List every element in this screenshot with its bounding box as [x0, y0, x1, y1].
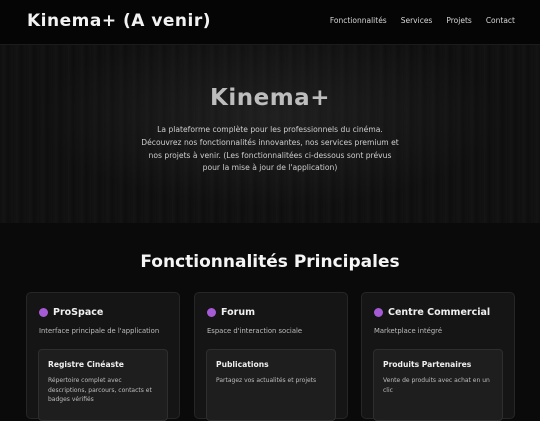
- card-subtitle: Espace d'interaction sociale: [207, 327, 303, 335]
- main-nav: Fonctionnalités Services Projets Contact: [330, 16, 515, 25]
- feature-item-produits[interactable]: Produits Partenaires Vente de produits a…: [373, 349, 503, 421]
- card-title: Centre Commercial: [388, 307, 491, 318]
- purple-dot-icon: [207, 308, 216, 317]
- feature-card-forum: Forum Espace d'interaction sociale Publi…: [194, 292, 348, 421]
- top-navbar: Kinema+ (A venir) Fonctionnalités Servic…: [0, 0, 540, 45]
- card-title: ProSpace: [53, 307, 104, 318]
- feature-item-registre[interactable]: Registre Cinéaste Répertoire complet ave…: [38, 349, 168, 421]
- features-section-title: Fonctionnalités Principales: [140, 252, 400, 272]
- feature-item-title: Publications: [216, 360, 269, 369]
- card-title: Forum: [221, 307, 255, 318]
- feature-card-prospace: ProSpace Interface principale de l'appli…: [26, 292, 180, 421]
- nav-link-fonctionnalites[interactable]: Fonctionnalités: [330, 16, 387, 25]
- feature-item-description: Partagez vos actualités et projets: [216, 377, 317, 384]
- feature-item-description: Vente de produits avec achat en un clic: [383, 377, 490, 394]
- feature-item-publications[interactable]: Publications Partagez vos actualités et …: [206, 349, 336, 421]
- nav-link-projets[interactable]: Projets: [446, 16, 471, 25]
- hero-description: La plateforme complète pour les professi…: [141, 125, 399, 173]
- feature-card-centre-commercial: Centre Commercial Marketplace intégré Pr…: [361, 292, 515, 421]
- card-subtitle: Marketplace intégré: [374, 327, 442, 335]
- site-brand[interactable]: Kinema+ (A venir): [27, 11, 211, 31]
- feature-item-description: Répertoire complet avec descriptions, pa…: [48, 377, 152, 404]
- purple-dot-icon: [39, 308, 48, 317]
- card-header: Forum: [207, 307, 255, 318]
- card-header: ProSpace: [39, 307, 103, 318]
- nav-link-services[interactable]: Services: [401, 16, 433, 25]
- hero-title: Kinema+: [210, 85, 330, 111]
- nav-link-contact[interactable]: Contact: [486, 16, 515, 25]
- purple-dot-icon: [374, 308, 383, 317]
- feature-item-title: Registre Cinéaste: [48, 360, 124, 369]
- feature-item-title: Produits Partenaires: [383, 360, 472, 369]
- card-header: Centre Commercial: [374, 307, 490, 318]
- card-subtitle: Interface principale de l'application: [39, 327, 160, 335]
